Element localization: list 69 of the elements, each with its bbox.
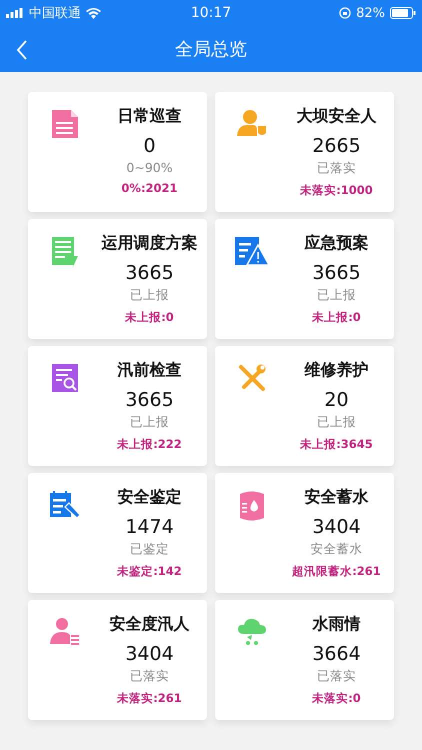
card-title: 汛前检查 (118, 360, 182, 381)
stat-card[interactable]: 水雨情 3664 已落实 未落实:0 (215, 600, 394, 720)
stat-card[interactable]: 安全鉴定 1474 已鉴定 未鉴定:142 (28, 473, 207, 593)
card-value: 20 (324, 389, 349, 411)
card-title: 安全蓄水 (304, 487, 368, 508)
rain-cloud-icon (238, 618, 266, 646)
card-value: 1474 (125, 516, 174, 538)
water-tank-icon (240, 491, 264, 521)
stat-card[interactable]: 安全度汛人 3404 已落实 未落实:261 (28, 600, 207, 720)
tools-icon (238, 364, 266, 392)
stat-card[interactable]: 大坝安全人 2665 已落实 未落实:1000 (215, 92, 394, 212)
card-caption: 已上报 (130, 414, 169, 431)
card-title: 日常巡查 (118, 106, 182, 127)
card-caption: 已落实 (317, 160, 356, 177)
card-caption: 已落实 (317, 668, 356, 685)
pending-count-text: 未落实:1000 (300, 183, 373, 198)
card-caption: 安全蓄水 (310, 541, 362, 558)
person-icon (237, 110, 267, 136)
card-caption: 0~90% (126, 160, 173, 175)
pending-count-text: 未上报:222 (117, 437, 182, 452)
card-value: 2665 (312, 135, 361, 157)
card-title: 运用调度方案 (102, 233, 198, 254)
pending-count-text: 未上报:3645 (300, 437, 373, 452)
card-value: 3404 (125, 643, 174, 665)
card-title: 水雨情 (312, 614, 360, 635)
pending-count-text: 未鉴定:142 (117, 564, 182, 579)
signal-icon (6, 8, 24, 18)
card-value: 0 (143, 135, 156, 157)
card-value: 3664 (312, 643, 361, 665)
stat-card[interactable]: 应急预案 3665 已上报 未上报:0 (215, 219, 394, 339)
stat-card[interactable]: 日常巡查 0 0~90% 0%:2021 (28, 92, 207, 212)
card-title: 安全度汛人 (110, 614, 190, 635)
person-list-icon (50, 618, 80, 646)
card-value: 3665 (125, 262, 174, 284)
carrier-name: 中国联通 (29, 5, 81, 22)
pending-count-text: 未落实:0 (312, 691, 361, 706)
pending-count-text: 未落实:261 (117, 691, 182, 706)
clock-time: 10:17 (190, 5, 232, 21)
battery-percent: 82% (356, 6, 385, 20)
pending-count-text: 0%:2021 (121, 181, 178, 195)
pending-count-text: 未上报:0 (312, 310, 361, 325)
stat-card[interactable]: 运用调度方案 3665 已上报 未上报:0 (28, 219, 207, 339)
card-value: 3404 (312, 516, 361, 538)
card-caption: 已上报 (130, 287, 169, 304)
pending-count-text: 超汛限蓄水:261 (292, 564, 381, 579)
document-icon (52, 237, 78, 267)
edit-document-icon (50, 491, 80, 519)
wifi-icon (86, 8, 101, 18)
card-title: 大坝安全人 (296, 106, 376, 127)
search-document-icon (52, 364, 78, 392)
battery-icon (390, 7, 416, 19)
pending-count-text: 未上报:0 (125, 310, 174, 325)
rotation-lock-icon (339, 7, 352, 19)
back-icon (16, 40, 28, 60)
stat-card[interactable]: 安全蓄水 3404 安全蓄水 超汛限蓄水:261 (215, 473, 394, 593)
card-value: 3665 (312, 262, 361, 284)
stat-card[interactable]: 汛前检查 3665 已上报 未上报:222 (28, 346, 207, 466)
card-caption: 已落实 (130, 668, 169, 685)
warning-document-icon (235, 237, 269, 265)
document-icon (52, 110, 78, 138)
card-title: 应急预案 (304, 233, 368, 254)
card-value: 3665 (125, 389, 174, 411)
card-caption: 已上报 (317, 287, 356, 304)
card-caption: 已鉴定 (130, 541, 169, 558)
card-title: 安全鉴定 (118, 487, 182, 508)
page-title: 全局总览 (175, 38, 247, 61)
stat-card[interactable]: 维修养护 20 已上报 未上报:3645 (215, 346, 394, 466)
card-caption: 已上报 (317, 414, 356, 431)
card-title: 维修养护 (304, 360, 368, 381)
